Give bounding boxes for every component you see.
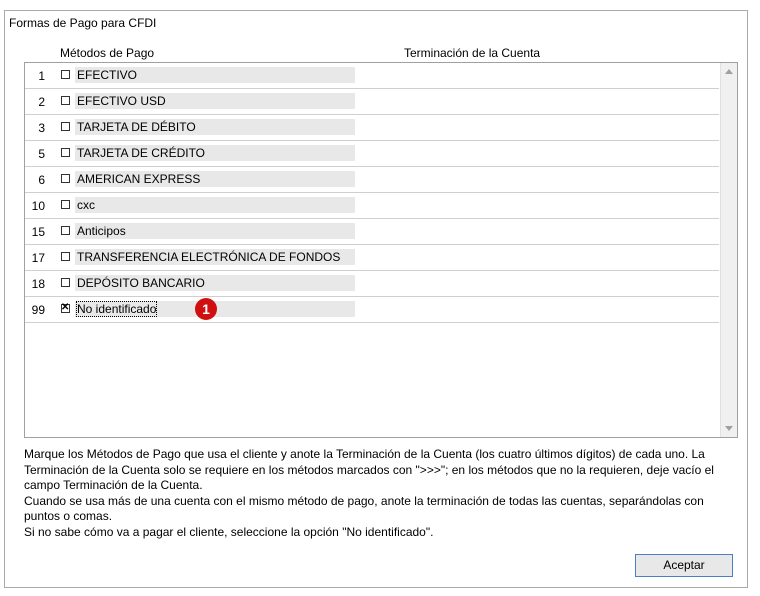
method-cell[interactable]: TARJETA DE DÉBITO	[75, 119, 355, 135]
list-item[interactable]: 18 DEPÓSITO BANCARIO	[25, 271, 719, 297]
dialog-title: Formas de Pago para CFDI	[9, 16, 157, 30]
row-number: 5	[38, 147, 45, 161]
method-cell[interactable]: AMERICAN EXPRESS	[75, 171, 355, 187]
method-label: AMERICAN EXPRESS	[77, 172, 201, 186]
list-item[interactable]: 99 No identificado	[25, 297, 719, 323]
method-checkbox[interactable]	[61, 226, 70, 235]
method-label: No identificado	[75, 301, 158, 317]
vertical-scrollbar[interactable]	[720, 63, 737, 437]
list-item[interactable]: 10 cxc	[25, 193, 719, 219]
instruction-paragraph-2: Cuando se usa más de una cuenta con el m…	[24, 493, 704, 524]
method-cell[interactable]: DEPÓSITO BANCARIO	[75, 275, 355, 291]
method-checkbox[interactable]	[61, 122, 70, 131]
method-label: TARJETA DE DÉBITO	[77, 120, 196, 134]
row-number: 2	[38, 95, 45, 109]
method-label: EFECTIVO	[77, 68, 138, 82]
row-number: 6	[38, 173, 45, 187]
method-label: cxc	[77, 198, 95, 212]
list-item[interactable]: 15 Anticipos	[25, 219, 719, 245]
column-header-account: Terminación de la Cuenta	[404, 46, 541, 60]
method-checkbox[interactable]	[61, 70, 70, 79]
list-item[interactable]: 2 EFECTIVO USD	[25, 89, 719, 115]
row-number: 15	[31, 225, 45, 239]
list-item[interactable]: 3 TARJETA DE DÉBITO	[25, 115, 719, 141]
list-item[interactable]: 6 AMERICAN EXPRESS	[25, 167, 719, 193]
method-cell[interactable]: TRANSFERENCIA ELECTRÓNICA DE FONDOS	[75, 249, 355, 265]
accept-button[interactable]: Aceptar	[635, 554, 733, 577]
method-checkbox[interactable]	[61, 148, 70, 157]
column-header-methods: Métodos de Pago	[60, 46, 155, 60]
method-label: DEPÓSITO BANCARIO	[77, 276, 205, 290]
method-checkbox[interactable]	[61, 200, 70, 209]
annotation-marker: 1	[195, 298, 217, 320]
row-number: 18	[31, 277, 45, 291]
method-label: TRANSFERENCIA ELECTRÓNICA DE FONDOS	[77, 250, 341, 264]
method-cell[interactable]: TARJETA DE CRÉDITO	[75, 145, 355, 161]
method-cell[interactable]: cxc	[75, 197, 355, 213]
row-number: 17	[31, 251, 45, 265]
method-checkbox[interactable]	[61, 96, 70, 105]
list-item[interactable]: 17 TRANSFERENCIA ELECTRÓNICA DE FONDOS	[25, 245, 719, 271]
method-label: TARJETA DE CRÉDITO	[77, 146, 206, 160]
method-label: Anticipos	[77, 224, 126, 238]
row-number: 99	[31, 303, 45, 317]
list-item[interactable]: 5 TARJETA DE CRÉDITO	[25, 141, 719, 167]
scroll-up-icon[interactable]	[725, 69, 733, 74]
scroll-down-icon[interactable]	[725, 426, 733, 431]
method-cell[interactable]: Anticipos	[75, 223, 355, 239]
payment-methods-list: 1 EFECTIVO 2 EFECTIVO USD 3 TARJETA DE DÉBITO…	[24, 62, 738, 438]
instruction-paragraph-1: Marque los Métodos de Pago que usa el cl…	[24, 447, 714, 492]
row-number: 3	[38, 121, 45, 135]
list-item[interactable]: 1 EFECTIVO	[25, 63, 719, 89]
method-cell[interactable]: EFECTIVO	[75, 67, 355, 83]
row-number: 1	[38, 69, 45, 83]
instruction-paragraph-3: Si no sabe cómo va a pagar el cliente, s…	[24, 524, 434, 539]
row-number: 10	[31, 199, 45, 213]
method-label: EFECTIVO USD	[77, 94, 166, 108]
method-checkbox[interactable]	[61, 278, 70, 287]
method-checkbox[interactable]	[61, 174, 70, 183]
instructions-text: Marque los Métodos de Pago que usa el cl…	[24, 447, 736, 540]
method-checkbox[interactable]	[61, 301, 70, 315]
method-cell[interactable]: EFECTIVO USD	[75, 93, 355, 109]
method-checkbox[interactable]	[61, 252, 70, 261]
